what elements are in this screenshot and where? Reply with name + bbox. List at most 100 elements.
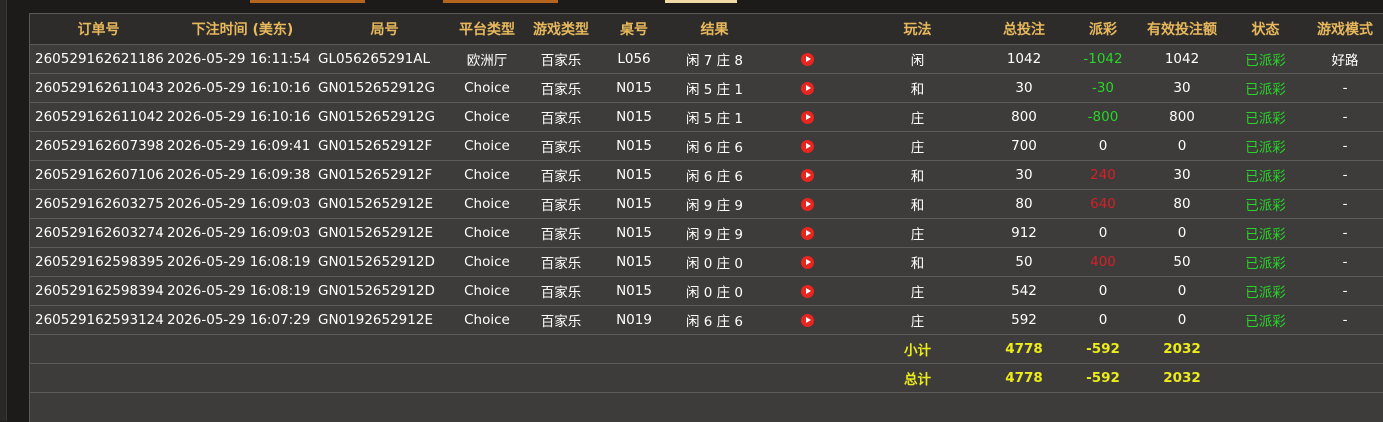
grand-total-label: 总计 [854,363,981,393]
replay-cell [760,247,854,277]
platform-cell: Choice [451,276,523,306]
play-video-icon[interactable] [800,52,814,66]
order-no-cell: 260529162611043 [30,73,167,103]
grand-total-row: 总计 4778 -592 2032 [30,363,1383,393]
table-row: 260529162621186 2026-05-29 16:11:54 GL05… [30,44,1383,74]
col-header-table-no[interactable]: 桌号 [599,14,669,45]
status-cell: 已派彩 [1225,189,1306,219]
result-cell: 闲 9 庄 9 [669,218,760,248]
platform-cell: Choice [451,73,523,103]
valid-bet-cell: 50 [1139,247,1225,277]
replay-cell [760,276,854,306]
order-no-cell: 260529162621186 [30,44,167,74]
grand-total-total-bet: 4778 [981,363,1067,393]
round-no-cell: GN0152652912G [318,102,451,132]
top-tab-3[interactable] [665,0,737,3]
valid-bet-cell: 0 [1139,131,1225,161]
table-header-row: 订单号 下注时间 (美东) 局号 平台类型 游戏类型 桌号 结果 玩法 总投注 … [30,14,1383,45]
game-mode-cell: - [1306,276,1383,306]
platform-cell: Choice [451,305,523,335]
game-mode-cell: - [1306,218,1383,248]
bet-time-cell: 2026-05-29 16:08:19 [167,276,318,306]
play-video-icon[interactable] [800,139,814,153]
payout-cell: -1042 [1067,44,1139,74]
play-cell: 和 [854,160,981,190]
col-header-result[interactable]: 结果 [669,14,760,45]
bet-time-cell: 2026-05-29 16:11:54 [167,44,318,74]
play-video-icon[interactable] [800,313,814,327]
col-header-status[interactable]: 状态 [1225,14,1306,45]
platform-cell: Choice [451,131,523,161]
play-video-icon[interactable] [800,110,814,124]
play-video-icon[interactable] [800,197,814,211]
col-header-platform[interactable]: 平台类型 [451,14,523,45]
col-header-round-no[interactable]: 局号 [318,14,451,45]
table-no-cell: N015 [599,189,669,219]
game-type-cell: 百家乐 [523,218,599,248]
total-bet-cell: 592 [981,305,1067,335]
col-header-replay [760,14,854,45]
round-no-cell: GN0152652912E [318,218,451,248]
platform-cell: Choice [451,160,523,190]
payout-cell: 0 [1067,305,1139,335]
round-no-cell: GL056265291AL [318,44,451,74]
play-cell: 庄 [854,276,981,306]
valid-bet-cell: 800 [1139,102,1225,132]
table-no-cell: N015 [599,160,669,190]
play-video-icon[interactable] [800,255,814,269]
col-header-valid-bet[interactable]: 有效投注额 [1139,14,1225,45]
col-header-total-bet[interactable]: 总投注 [981,14,1067,45]
game-type-cell: 百家乐 [523,247,599,277]
col-header-game-type[interactable]: 游戏类型 [523,14,599,45]
status-cell: 已派彩 [1225,102,1306,132]
subtotal-label: 小计 [854,334,981,364]
subtotal-total-bet: 4778 [981,334,1067,364]
replay-cell [760,131,854,161]
grand-total-valid-bet: 2032 [1139,363,1225,393]
col-header-order-no[interactable]: 订单号 [30,14,167,45]
status-cell: 已派彩 [1225,276,1306,306]
payout-cell: 400 [1067,247,1139,277]
play-cell: 庄 [854,131,981,161]
bet-time-cell: 2026-05-29 16:10:16 [167,102,318,132]
game-mode-cell: - [1306,305,1383,335]
play-cell: 闲 [854,44,981,74]
payout-cell: 240 [1067,160,1139,190]
col-header-payout[interactable]: 派彩 [1067,14,1139,45]
valid-bet-cell: 80 [1139,189,1225,219]
bet-time-cell: 2026-05-29 16:08:19 [167,247,318,277]
left-sidebar-edge [0,0,7,421]
order-no-cell: 260529162603274 [30,218,167,248]
result-cell: 闲 5 庄 1 [669,102,760,132]
round-no-cell: GN0152652912F [318,160,451,190]
bet-time-cell: 2026-05-29 16:09:03 [167,218,318,248]
game-type-cell: 百家乐 [523,276,599,306]
play-video-icon[interactable] [800,168,814,182]
col-header-game-mode[interactable]: 游戏模式 [1306,14,1383,45]
top-tab-1[interactable] [250,0,365,3]
status-cell: 已派彩 [1225,73,1306,103]
total-bet-cell: 30 [981,160,1067,190]
status-cell: 已派彩 [1225,160,1306,190]
game-type-cell: 百家乐 [523,44,599,74]
round-no-cell: GN0152652912D [318,276,451,306]
play-cell: 庄 [854,102,981,132]
table-row: 260529162611042 2026-05-29 16:10:16 GN01… [30,102,1383,132]
bet-time-cell: 2026-05-29 16:09:03 [167,189,318,219]
bet-time-cell: 2026-05-29 16:09:41 [167,131,318,161]
order-no-cell: 260529162593124 [30,305,167,335]
play-video-icon[interactable] [800,81,814,95]
col-header-play[interactable]: 玩法 [854,14,981,45]
col-header-bet-time[interactable]: 下注时间 (美东) [167,14,318,45]
top-tab-2[interactable] [443,0,558,3]
play-video-icon[interactable] [800,226,814,240]
valid-bet-cell: 1042 [1139,44,1225,74]
platform-cell: Choice [451,218,523,248]
grand-total-payout: -592 [1067,363,1139,393]
play-video-icon[interactable] [800,284,814,298]
play-cell: 和 [854,247,981,277]
game-type-cell: 百家乐 [523,160,599,190]
result-cell: 闲 0 庄 0 [669,276,760,306]
table-row: 260529162607398 2026-05-29 16:09:41 GN01… [30,131,1383,161]
total-bet-cell: 912 [981,218,1067,248]
